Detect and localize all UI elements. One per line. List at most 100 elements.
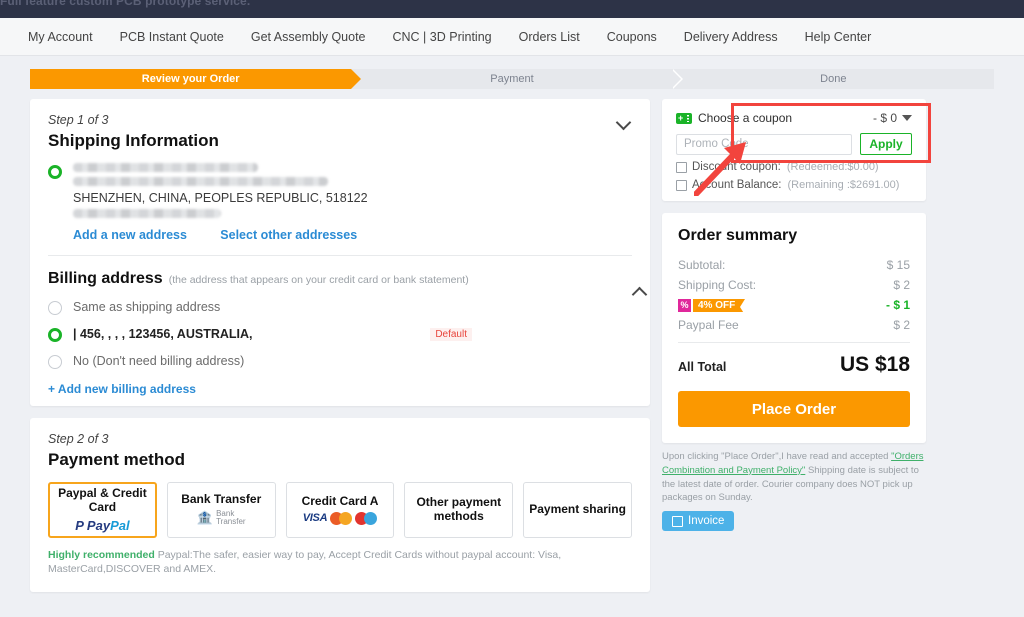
nav-item-help-center[interactable]: Help Center [805,30,872,44]
shipping-card: Step 1 of 3 Shipping Information SHENZHE… [30,99,650,406]
invoice-icon [672,515,683,527]
select-other-addresses-link[interactable]: Select other addresses [220,228,357,242]
payment-footnote: Highly recommended Paypal:The safer, eas… [48,549,632,576]
payment-method-bank-transfer[interactable]: Bank Transfer 🏦 Bank Transfer [166,482,276,538]
summary-value: $ 2 [893,318,910,332]
progress-step-done: Done [820,73,847,85]
checkout-progress: Review your Order Payment Done [0,56,1024,89]
shipping-address-row[interactable]: SHENZHEN, CHINA, PEOPLES REPUBLIC, 51812… [48,163,632,242]
account-balance-label: Account Balance: [692,179,782,191]
highly-recommended-label: Highly recommended [48,549,155,561]
shipping-address-radio[interactable] [48,165,62,179]
nav-item-orders-list[interactable]: Orders List [519,30,580,44]
nav-item-my-account[interactable]: My Account [28,30,93,44]
total-label: All Total [678,360,727,374]
card-brand-icons: VISA [302,511,378,525]
left-column: Step 1 of 3 Shipping Information SHENZHE… [30,99,650,593]
payment-method-list: Paypal & Credit Card P PayPal Bank Trans… [48,482,632,538]
order-summary-card: Order summary Subtotal: $ 15 Shipping Co… [662,213,926,443]
summary-row-paypal-fee: Paypal Fee $ 2 [678,318,910,332]
nav-item-cnc-3d-printing[interactable]: CNC | 3D Printing [393,30,492,44]
billing-note: (the address that appears on your credit… [168,274,469,286]
payment-method-paypal[interactable]: Paypal & Credit Card P PayPal [48,482,157,538]
nav-item-get-assembly-quote[interactable]: Get Assembly Quote [251,30,366,44]
choose-coupon-row[interactable]: + Choose a coupon - $ 0 [676,111,912,125]
discount-coupon-note: (Redeemed:$0.00) [786,161,879,173]
discount-coupon-label: Discount coupon: [692,161,781,173]
nav-item-delivery-address[interactable]: Delivery Address [684,30,778,44]
nav-item-pcb-instant-quote[interactable]: PCB Instant Quote [120,30,224,44]
main-navigation: My Account PCB Instant Quote Get Assembl… [0,18,1024,56]
payment-method-label: Payment sharing [529,502,626,517]
coupon-card: + Choose a coupon - $ 0 Apply Discount c… [662,99,926,201]
coupon-chevron-down-icon[interactable] [902,115,912,121]
payment-method-label: Other payment methods [416,495,502,523]
invoice-label: Invoice [688,515,725,528]
shipping-title: Shipping Information [48,131,219,150]
shipping-collapse-chevron-down-icon[interactable] [616,113,632,129]
coupon-amount: - $ 0 [873,111,912,125]
terms-text: Upon clicking "Place Order",I have read … [662,450,926,505]
add-new-address-link[interactable]: Add a new address [73,228,187,242]
add-new-billing-address-link[interactable]: + Add new billing address [48,382,632,396]
summary-value: - $ 1 [885,298,910,312]
billing-option-no-billing[interactable]: No (Don't need billing address) [48,353,632,369]
order-summary-title: Order summary [678,227,798,244]
coupon-ticket-icon: + [676,112,692,124]
payment-method-credit-card-a[interactable]: Credit Card A VISA [285,482,395,538]
billing-radio-saved-address[interactable] [48,328,62,342]
shipping-address-links: Add a new address Select other addresses [73,228,387,242]
payment-method-sharing[interactable]: Payment sharing [523,482,632,538]
discount-tag-icon: % [678,298,691,312]
billing-radio-same-as-shipping[interactable] [48,301,62,315]
payment-step-label: Step 2 of 3 [48,432,109,446]
billing-header: Billing address (the address that appear… [48,270,632,288]
redacted-phone-line [73,209,221,218]
payment-method-label: Credit Card A [301,494,379,509]
apply-coupon-button[interactable]: Apply [860,133,912,155]
maestro-icon [355,511,378,525]
account-balance-note: (Remaining :$2691.00) [787,179,900,191]
promo-code-input[interactable] [676,133,852,155]
nav-item-coupons[interactable]: Coupons [607,30,657,44]
promo-code-row: Apply [676,133,912,155]
progress-step-review[interactable]: Review your Order [30,69,362,89]
place-order-button[interactable]: Place Order [678,391,910,427]
redacted-name-line [73,163,258,172]
shipping-step-label: Step 1 of 3 [48,113,109,127]
top-banner: Full feature custom PCB prototype servic… [0,0,1024,18]
billing-option-label: No (Don't need billing address) [73,354,245,368]
account-balance-checkbox[interactable] [676,179,687,191]
summary-divider [678,342,910,343]
paypal-logo-icon: P PayPal [75,517,130,533]
shipping-address-city-line: SHENZHEN, CHINA, PEOPLES REPUBLIC, 51812… [73,191,368,205]
redacted-street-line [73,177,328,186]
billing-option-saved-address[interactable]: | 456, , , , 123456, AUSTRALIA, Default [48,326,632,342]
payment-method-other[interactable]: Other payment methods [404,482,514,538]
billing-title: Billing address [48,270,163,287]
summary-value: $ 15 [886,258,910,272]
billing-radio-no-billing[interactable] [48,355,62,369]
payment-method-label: Paypal & Credit Card [58,486,147,514]
terms-pre: Upon clicking "Place Order",I have read … [662,451,892,462]
summary-row-discount: % 4% OFF - $ 1 [678,298,910,315]
default-badge: Default [430,327,472,341]
visa-icon: VISA [302,512,328,525]
summary-value: $ 2 [893,278,910,292]
summary-key: Shipping Cost: [678,278,757,292]
discount-coupon-checkbox[interactable] [676,161,687,173]
choose-coupon-label: Choose a coupon [698,111,793,125]
total-value: US $18 [839,353,910,376]
invoice-button[interactable]: Invoice [662,511,735,532]
payment-title: Payment method [48,450,185,469]
bank-transfer-icon: 🏦 Bank Transfer [196,509,246,527]
summary-key: Subtotal: [678,258,726,272]
discount-coupon-row[interactable]: Discount coupon: (Redeemed:$0.00) [676,161,912,173]
billing-section: Billing address (the address that appear… [48,256,632,396]
billing-option-label: Same as shipping address [73,300,221,314]
mastercard-icon [330,511,353,525]
account-balance-row[interactable]: Account Balance: (Remaining :$2691.00) [676,179,912,191]
payment-card: Step 2 of 3 Payment method Paypal & Cred… [30,418,650,593]
top-banner-tagline: Full feature custom PCB prototype servic… [0,0,251,8]
billing-option-same-as-shipping[interactable]: Same as shipping address [48,299,632,315]
